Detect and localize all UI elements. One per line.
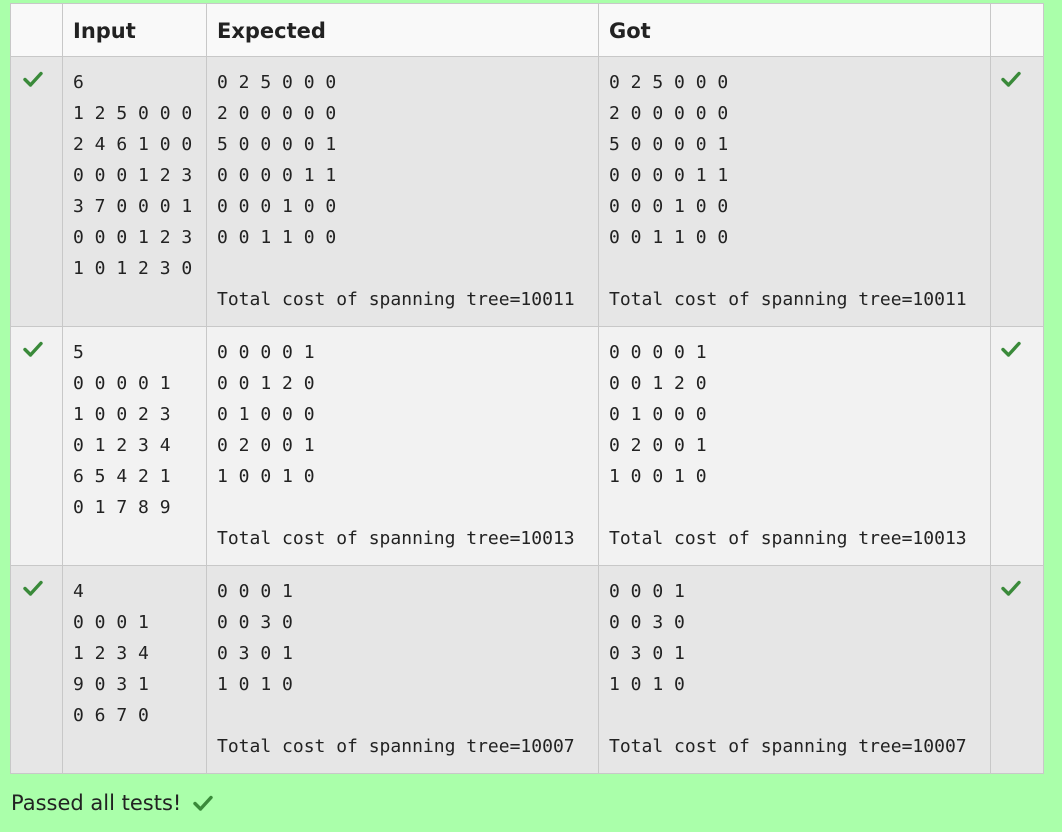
header-expected: Expected [206, 3, 599, 57]
expected-text: 0 2 5 0 0 0 2 0 0 0 0 0 5 0 0 0 0 1 0 0 … [217, 72, 575, 310]
check-icon [23, 71, 43, 87]
check-icon [193, 795, 213, 811]
input-cell: 4 0 0 0 1 1 2 3 4 9 0 3 1 0 6 7 0 [62, 565, 207, 774]
check-icon [1001, 341, 1021, 357]
got-cell: 0 2 5 0 0 0 2 0 0 0 0 0 5 0 0 0 0 1 0 0 … [598, 56, 991, 327]
header-input: Input [62, 3, 207, 57]
results-panel: Input Expected Got 6 1 2 5 0 0 0 2 4 6 1… [10, 3, 1044, 774]
passed-message: Passed all tests! [11, 791, 182, 815]
check-icon [1001, 71, 1021, 87]
status-cell-right [990, 326, 1044, 566]
got-text: 0 0 0 1 0 0 3 0 0 3 0 1 1 0 1 0 Total co… [609, 581, 967, 757]
input-cell: 5 0 0 0 0 1 1 0 0 2 3 0 1 2 3 4 6 5 4 2 … [62, 326, 207, 566]
table-row: 6 1 2 5 0 0 0 2 4 6 1 0 0 0 0 0 1 2 3 3 … [10, 56, 1044, 327]
expected-cell: 0 0 0 1 0 0 3 0 0 3 0 1 1 0 1 0 Total co… [206, 565, 599, 774]
header-status-left [10, 3, 63, 57]
status-cell [10, 565, 63, 774]
table-row: 4 0 0 0 1 1 2 3 4 9 0 3 1 0 6 7 0 0 0 0 … [10, 565, 1044, 774]
test-results-table: Input Expected Got 6 1 2 5 0 0 0 2 4 6 1… [10, 3, 1044, 774]
input-cell: 6 1 2 5 0 0 0 2 4 6 1 0 0 0 0 0 1 2 3 3 … [62, 56, 207, 327]
expected-text: 0 0 0 0 1 0 0 1 2 0 0 1 0 0 0 0 2 0 0 1 … [217, 342, 575, 549]
got-cell: 0 0 0 0 1 0 0 1 2 0 0 1 0 0 0 0 2 0 0 1 … [598, 326, 991, 566]
got-text: 0 2 5 0 0 0 2 0 0 0 0 0 5 0 0 0 0 1 0 0 … [609, 72, 967, 310]
input-text: 4 0 0 0 1 1 2 3 4 9 0 3 1 0 6 7 0 [73, 581, 149, 726]
header-status-right [990, 3, 1044, 57]
table-row: 5 0 0 0 0 1 1 0 0 2 3 0 1 2 3 4 6 5 4 2 … [10, 326, 1044, 566]
got-text: 0 0 0 0 1 0 0 1 2 0 0 1 0 0 0 0 2 0 0 1 … [609, 342, 967, 549]
check-icon [1001, 580, 1021, 596]
status-cell [10, 326, 63, 566]
status-cell [10, 56, 63, 327]
table-header-row: Input Expected Got [10, 3, 1044, 57]
input-text: 6 1 2 5 0 0 0 2 4 6 1 0 0 0 0 0 1 2 3 3 … [73, 72, 193, 279]
input-text: 5 0 0 0 0 1 1 0 0 2 3 0 1 2 3 4 6 5 4 2 … [73, 342, 171, 518]
got-cell: 0 0 0 1 0 0 3 0 0 3 0 1 1 0 1 0 Total co… [598, 565, 991, 774]
expected-cell: 0 0 0 0 1 0 0 1 2 0 0 1 0 0 0 0 2 0 0 1 … [206, 326, 599, 566]
header-got: Got [598, 3, 991, 57]
check-icon [23, 341, 43, 357]
result-summary: Passed all tests! [11, 791, 213, 815]
status-cell-right [990, 565, 1044, 774]
expected-text: 0 0 0 1 0 0 3 0 0 3 0 1 1 0 1 0 Total co… [217, 581, 575, 757]
status-cell-right [990, 56, 1044, 327]
expected-cell: 0 2 5 0 0 0 2 0 0 0 0 0 5 0 0 0 0 1 0 0 … [206, 56, 599, 327]
check-icon [23, 580, 43, 596]
